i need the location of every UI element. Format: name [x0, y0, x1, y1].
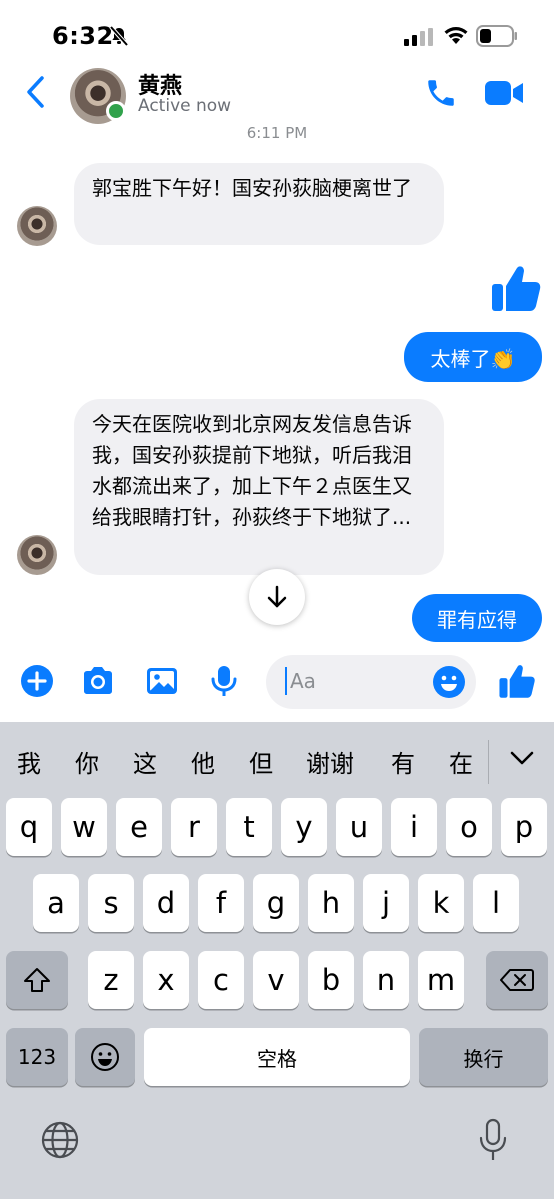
candidate-word[interactable]: 谢谢 — [306, 744, 354, 779]
message-input-placeholder: Aa — [290, 669, 316, 693]
key-f[interactable]: f — [198, 874, 244, 932]
key-j[interactable]: j — [363, 874, 409, 932]
wifi-icon — [444, 27, 468, 44]
key-q[interactable]: q — [6, 798, 52, 856]
phone-call-icon[interactable] — [424, 76, 458, 110]
key-w[interactable]: w — [61, 798, 107, 856]
key-r[interactable]: r — [171, 798, 217, 856]
candidate-word[interactable]: 但 — [249, 744, 273, 779]
incoming-message[interactable]: 今天在医院收到北京网友发信息告诉我，国安孙荻提前下地狱，听后我泪水都流出来了，加… — [74, 399, 444, 575]
key-u[interactable]: u — [336, 798, 382, 856]
delete-icon — [500, 969, 534, 991]
dictation-mic-icon[interactable] — [478, 1118, 508, 1162]
back-chevron-icon[interactable] — [24, 74, 48, 110]
key-e[interactable]: e — [116, 798, 162, 856]
candidate-word[interactable]: 他 — [191, 744, 215, 779]
candidate-word[interactable]: 这 — [133, 744, 157, 779]
numbers-key[interactable]: 123 — [6, 1028, 68, 1086]
return-key[interactable]: 换行 — [419, 1028, 548, 1086]
microphone-icon[interactable] — [207, 664, 241, 698]
shift-key[interactable] — [6, 951, 68, 1009]
key-o[interactable]: o — [446, 798, 492, 856]
plus-icon[interactable] — [20, 664, 54, 698]
candidate-word[interactable]: 你 — [75, 744, 99, 779]
key-s[interactable]: s — [88, 874, 134, 932]
candidate-word[interactable]: 有 — [391, 744, 415, 779]
camera-icon[interactable] — [81, 664, 115, 698]
key-i[interactable]: i — [391, 798, 437, 856]
sender-avatar[interactable] — [17, 535, 57, 575]
chevron-down-icon[interactable] — [508, 748, 536, 768]
bell-mute-icon — [109, 25, 129, 47]
key-k[interactable]: k — [418, 874, 464, 932]
candidate-divider — [488, 740, 489, 784]
candidate-word[interactable]: 我 — [17, 744, 41, 779]
arrow-down-icon — [267, 585, 287, 608]
shift-arrow-icon — [24, 968, 50, 992]
text-caret — [285, 667, 287, 695]
scroll-to-bottom-button[interactable] — [249, 569, 305, 625]
key-g[interactable]: g — [253, 874, 299, 932]
emoji-smiley-icon — [91, 1043, 119, 1071]
key-v[interactable]: v — [253, 951, 299, 1009]
outgoing-message[interactable]: 罪有应得 — [412, 594, 542, 642]
thumbs-up-icon[interactable] — [498, 662, 536, 700]
outgoing-message[interactable]: 太棒了👏 — [404, 332, 542, 382]
key-a[interactable]: a — [33, 874, 79, 932]
sender-avatar[interactable] — [17, 206, 57, 246]
status-time: 6:32 — [52, 22, 114, 50]
backspace-key[interactable] — [486, 951, 548, 1009]
gallery-icon[interactable] — [145, 664, 179, 698]
thumbs-up-icon[interactable] — [490, 262, 542, 314]
key-x[interactable]: x — [143, 951, 189, 1009]
key-z[interactable]: z — [88, 951, 134, 1009]
key-l[interactable]: l — [473, 874, 519, 932]
key-b[interactable]: b — [308, 951, 354, 1009]
message-timestamp: 6:11 PM — [246, 124, 308, 140]
video-call-icon[interactable] — [484, 78, 524, 108]
emoji-icon[interactable] — [432, 665, 466, 699]
contact-active-status: Active now — [138, 96, 232, 116]
key-d[interactable]: d — [143, 874, 189, 932]
candidate-word[interactable]: 在 — [449, 744, 473, 779]
battery-icon — [476, 25, 517, 47]
space-key[interactable]: 空格 — [144, 1028, 410, 1086]
key-p[interactable]: p — [501, 798, 547, 856]
key-n[interactable]: n — [363, 951, 409, 1009]
key-t[interactable]: t — [226, 798, 272, 856]
key-h[interactable]: h — [308, 874, 354, 932]
incoming-message[interactable]: 郭宝胜下午好！国安孙荻脑梗离世了 — [74, 163, 444, 245]
globe-icon[interactable] — [40, 1120, 80, 1160]
key-y[interactable]: y — [281, 798, 327, 856]
cellular-signal-icon — [404, 28, 433, 46]
key-m[interactable]: m — [418, 951, 464, 1009]
online-status-dot — [106, 101, 126, 121]
key-c[interactable]: c — [198, 951, 244, 1009]
emoji-key[interactable] — [75, 1028, 135, 1086]
